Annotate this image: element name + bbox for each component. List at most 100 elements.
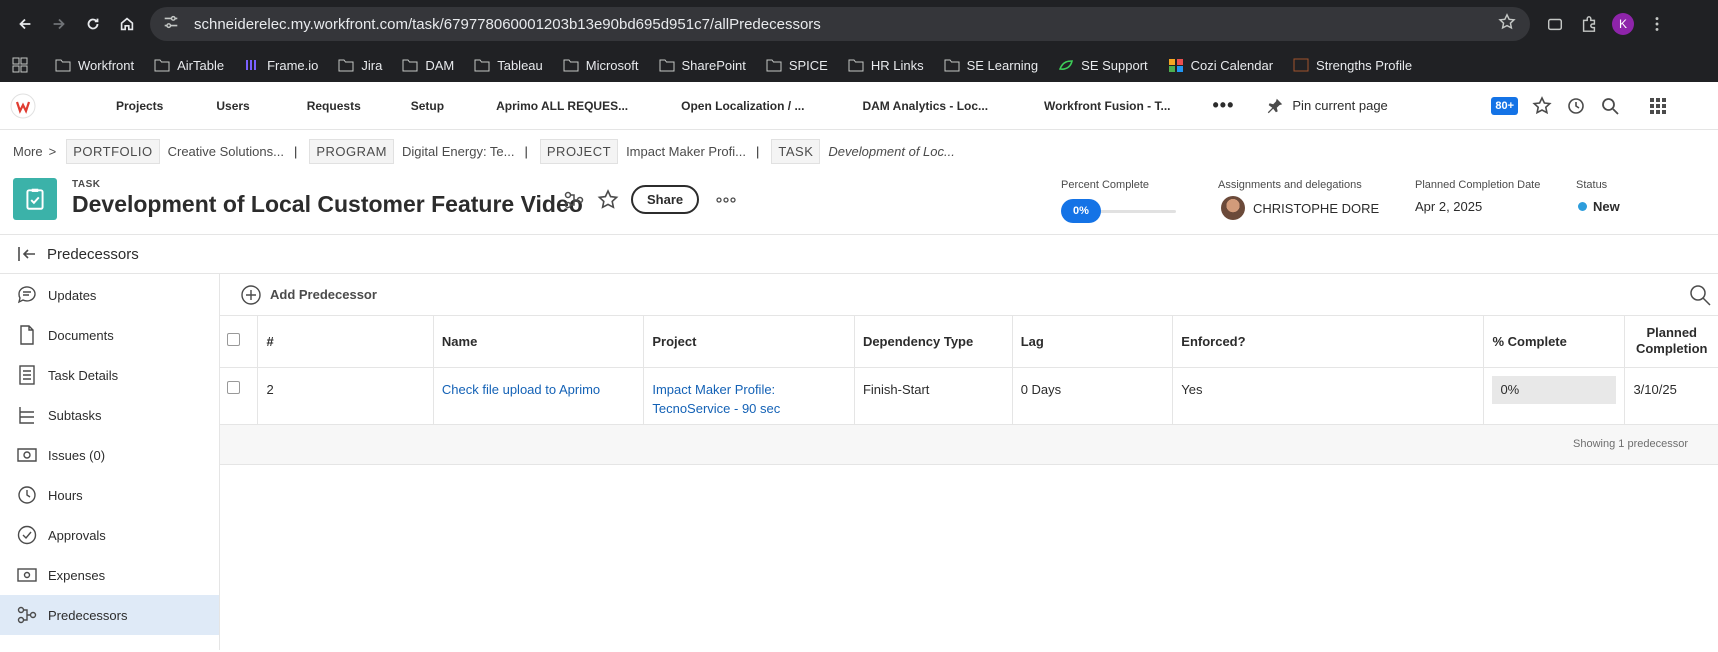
table-footer: Showing 1 predecessor <box>220 424 1718 465</box>
nav-open-localization[interactable]: Open Localization / ... <box>681 99 804 113</box>
sidebar-item-subtasks[interactable]: Subtasks <box>0 395 219 435</box>
more-nav-icon[interactable]: ••• <box>1212 95 1234 116</box>
menu-dots-icon[interactable] <box>1646 13 1668 35</box>
row-checkbox[interactable] <box>227 380 240 394</box>
nav-projects[interactable]: Projects <box>116 99 163 113</box>
bookmark-jira[interactable]: Jira <box>338 58 382 73</box>
sidebar-item-expenses[interactable]: Expenses <box>0 555 219 595</box>
search-icon[interactable] <box>1600 96 1620 116</box>
bookmark-label: SPICE <box>788 57 828 73</box>
add-predecessor-button[interactable]: Add Predecessor <box>240 284 377 306</box>
planned-completion-value[interactable]: Apr 2, 2025 <box>1415 199 1482 214</box>
nav-users[interactable]: Users <box>216 99 249 113</box>
main-menu-grid-icon[interactable] <box>1648 96 1668 116</box>
section-header: Predecessors <box>0 235 1718 274</box>
status-dot <box>1578 202 1587 211</box>
bookmark-cozi[interactable]: Cozi Calendar <box>1168 58 1273 73</box>
bookmark-se-support[interactable]: SE Support <box>1058 58 1148 73</box>
favorite-star-icon[interactable] <box>597 188 619 211</box>
share-button[interactable]: Share <box>631 185 700 214</box>
row-select-cell <box>220 367 259 425</box>
address-bar[interactable]: schneiderelec.my.workfront.com/task/6797… <box>150 7 1530 41</box>
left-panel: Updates Documents Task Details Subtasks … <box>0 274 220 650</box>
bookmark-tableau[interactable]: Tableau <box>474 58 543 73</box>
col-header-number[interactable]: # <box>257 316 434 368</box>
bookmark-strengths[interactable]: Strengths Profile <box>1293 58 1412 73</box>
col-header-name[interactable]: Name <box>433 316 645 368</box>
sidebar-item-task-details[interactable]: Task Details <box>0 355 219 395</box>
percent-complete-slider[interactable]: 0% <box>1061 199 1101 223</box>
pin-current-page[interactable]: Pin current page <box>1266 97 1388 115</box>
browser-chrome: schneiderelec.my.workfront.com/task/6797… <box>0 0 1718 82</box>
sidebar-item-approvals[interactable]: Approvals <box>0 515 219 555</box>
crumb-project[interactable]: Impact Maker Profi... <box>626 144 746 159</box>
sidebar-item-documents[interactable]: Documents <box>0 315 219 355</box>
crumb-tag-program: PROGRAM <box>309 138 395 164</box>
percent-track[interactable] <box>1098 210 1176 213</box>
reload-icon[interactable] <box>76 7 110 41</box>
table-search-icon[interactable] <box>1688 283 1712 307</box>
sidebar-item-hours[interactable]: Hours <box>0 475 219 515</box>
crumb-portfolio[interactable]: Creative Solutions... <box>168 144 284 159</box>
col-header-planned[interactable]: Planned Completion <box>1624 316 1718 368</box>
nav-workfront-fusion[interactable]: Workfront Fusion - T... <box>1044 99 1170 113</box>
table-row[interactable]: 2 Check file upload to Aprimo Impact Mak… <box>220 367 1718 425</box>
more-options-icon[interactable] <box>715 189 737 211</box>
crumb-separator: | <box>293 143 298 159</box>
assignee-name: CHRISTOPHE DORE <box>1253 200 1380 216</box>
assignee[interactable]: CHRISTOPHE DORE <box>1221 196 1379 220</box>
document-icon <box>20 325 34 345</box>
profile-avatar[interactable]: K <box>1612 13 1634 35</box>
notifications-badge[interactable]: 80+ <box>1491 97 1518 115</box>
status-badge[interactable]: New <box>1578 199 1620 214</box>
nav-aprimo[interactable]: Aprimo ALL REQUES... <box>496 99 628 113</box>
bookmark-hr-links[interactable]: HR Links <box>848 58 924 73</box>
sidebar-item-label: Approvals <box>48 527 106 543</box>
dependency-icon[interactable] <box>563 189 585 211</box>
bookmark-star-icon[interactable] <box>1498 13 1518 35</box>
apps-icon[interactable] <box>12 57 35 73</box>
bookmark-airtable[interactable]: AirTable <box>154 58 224 73</box>
crumb-tag-project: PROJECT <box>539 138 619 164</box>
workfront-logo[interactable] <box>10 93 36 119</box>
bookmark-microsoft[interactable]: Microsoft <box>563 58 639 73</box>
col-header-lag[interactable]: Lag <box>1012 316 1174 368</box>
predecessors-panel: Add Predecessor # Name Project Dependenc… <box>220 274 1718 650</box>
sidebar-item-issues[interactable]: Issues (0) <box>0 435 219 475</box>
crumb-program[interactable]: Digital Energy: Te... <box>402 144 514 159</box>
cell-name-link[interactable]: Check file upload to Aprimo <box>433 367 645 425</box>
col-header-enforced[interactable]: Enforced? <box>1172 316 1485 368</box>
bookmark-sharepoint[interactable]: SharePoint <box>659 58 746 73</box>
col-header-dependency[interactable]: Dependency Type <box>854 316 1013 368</box>
sidebar-item-predecessors[interactable]: Predecessors <box>0 595 219 635</box>
url-text[interactable]: schneiderelec.my.workfront.com/task/6797… <box>194 16 1498 33</box>
bookmark-workfront[interactable]: Workfront <box>55 58 134 73</box>
page-title[interactable]: Development of Local Customer Feature Vi… <box>72 191 583 218</box>
breadcrumb-more[interactable]: More <box>13 144 43 159</box>
nav-right-tools: 80+ <box>1491 82 1718 130</box>
col-header-project[interactable]: Project <box>643 316 855 368</box>
nav-dam-analytics[interactable]: DAM Analytics - Loc... <box>862 99 988 113</box>
back-icon[interactable] <box>8 7 42 41</box>
site-settings-icon[interactable] <box>162 13 184 35</box>
puzzle-icon[interactable] <box>1578 13 1600 35</box>
extension-icon[interactable] <box>1544 13 1566 35</box>
bookmark-label: Strengths Profile <box>1316 57 1413 73</box>
bookmark-spice[interactable]: SPICE <box>766 58 828 73</box>
select-all-checkbox[interactable] <box>227 333 240 347</box>
col-header-complete[interactable]: % Complete <box>1483 316 1626 368</box>
collapse-panel-icon[interactable] <box>17 246 37 262</box>
forward-icon[interactable] <box>42 7 76 41</box>
nav-requests[interactable]: Requests <box>307 99 361 113</box>
bookmark-dam[interactable]: DAM <box>402 58 454 73</box>
sidebar-item-updates[interactable]: Updates <box>0 275 219 315</box>
nav-setup[interactable]: Setup <box>411 99 444 113</box>
home-icon[interactable] <box>110 7 144 41</box>
cell-project-link[interactable]: Impact Maker Profile: TecnoService - 90 … <box>643 367 855 425</box>
bookmark-frameio[interactable]: Frame.io <box>244 58 318 73</box>
cell-enforced: Yes <box>1172 367 1485 425</box>
favorites-star-icon[interactable] <box>1532 96 1552 116</box>
status-label: Status <box>1576 179 1608 191</box>
recents-history-icon[interactable] <box>1566 96 1586 116</box>
bookmark-se-learning[interactable]: SE Learning <box>944 58 1038 73</box>
